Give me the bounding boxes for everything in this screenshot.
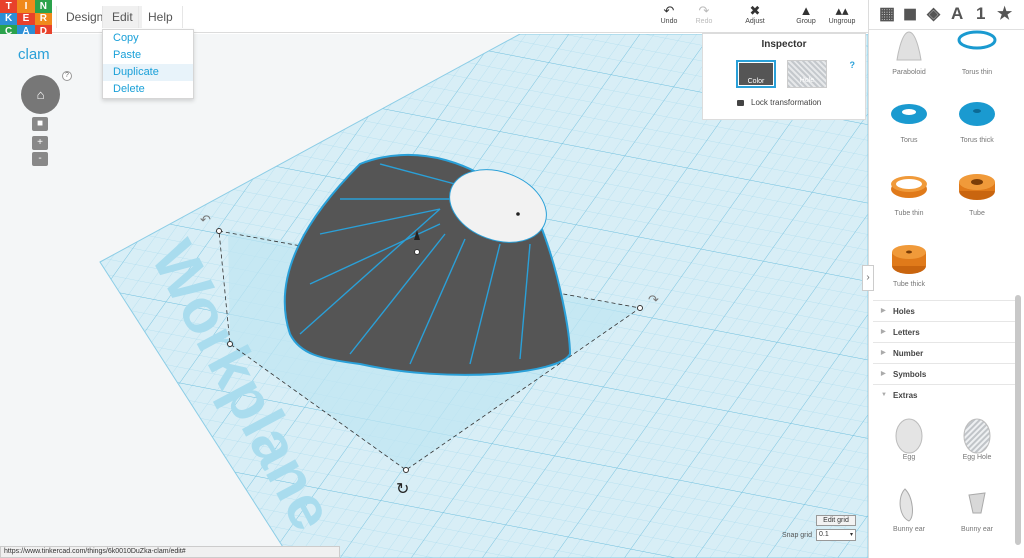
star-view-icon[interactable]: ★: [997, 4, 1012, 24]
rotate-handle-icon[interactable]: ↻: [396, 481, 409, 498]
panel-toolbar: ▦ ◼ ◈ A 1 ★: [869, 0, 1024, 30]
edit-dropdown: Copy Paste Duplicate Delete: [102, 29, 194, 99]
category-letters[interactable]: ▶ Letters: [873, 321, 1019, 342]
inspector-panel: Inspector ? Color Hole Lock transformati…: [702, 33, 866, 120]
plus-icon: +: [37, 137, 43, 148]
redo-icon: ↷: [698, 3, 710, 18]
chevron-right-icon: ▶: [881, 308, 886, 314]
chevron-down-icon: ▼: [881, 392, 887, 398]
menu-item-paste[interactable]: Paste: [103, 47, 193, 64]
lock-transformation-toggle[interactable]: Lock transformation: [737, 98, 821, 107]
group-button[interactable]: ▲ Group: [786, 3, 826, 26]
shape-torus-thick[interactable]: Torus thick: [943, 98, 1011, 144]
undo-button[interactable]: ↶ Undo: [649, 3, 689, 26]
view-navigation-wheel[interactable]: ⌂: [21, 75, 60, 114]
chevron-right-icon: ›: [866, 272, 870, 283]
resize-handle[interactable]: [216, 228, 222, 234]
zoom-out-button[interactable]: -: [32, 152, 48, 166]
color-swatch[interactable]: Color: [736, 60, 776, 88]
cube-view-icon[interactable]: ◼: [903, 4, 917, 24]
shape-torus[interactable]: Torus: [875, 98, 943, 144]
logo-letter: T: [0, 0, 18, 13]
logo-letter: K: [0, 12, 18, 26]
group-icon: ▲: [799, 3, 813, 18]
logo-letter: E: [17, 12, 35, 26]
shape-tube-thick[interactable]: Tube thick: [875, 242, 943, 288]
resize-handle[interactable]: [227, 341, 233, 347]
text-view-icon[interactable]: A: [951, 4, 963, 24]
shape-bunny-ear[interactable]: Bunny ear: [875, 487, 943, 533]
resize-handle[interactable]: [403, 467, 409, 473]
undo-icon: ↶: [663, 3, 675, 18]
hole-swatch[interactable]: Hole: [787, 60, 827, 88]
menu-item-copy[interactable]: Copy: [103, 30, 193, 47]
cube-icon: ■: [36, 118, 44, 129]
lock-icon: [737, 100, 744, 106]
category-holes[interactable]: ▶ Holes: [873, 300, 1019, 321]
shape-tube-thin[interactable]: Tube thin: [875, 171, 943, 217]
panel-collapse-button[interactable]: ›: [862, 265, 874, 291]
tinkercad-logo[interactable]: T I N K E R C A D: [0, 0, 52, 38]
shapes-panel: ▦ ◼ ◈ A 1 ★ Paraboloid Torus thin Torus …: [868, 0, 1024, 558]
chevron-right-icon: ▶: [881, 329, 886, 335]
help-button[interactable]: ?: [62, 71, 72, 81]
snap-grid-select[interactable]: 0.1 ▾: [816, 529, 856, 541]
category-symbols[interactable]: ▶ Symbols: [873, 363, 1019, 384]
resize-handle[interactable]: [637, 305, 643, 311]
chevron-right-icon: ▶: [881, 371, 886, 377]
shape-torus-thin[interactable]: Torus thin: [943, 30, 1011, 76]
ungroup-icon: ▴▴: [835, 3, 849, 18]
gem-view-icon[interactable]: ◈: [927, 4, 940, 24]
menu-item-delete[interactable]: Delete: [103, 81, 193, 98]
snap-grid-label: Snap grid: [782, 532, 812, 539]
inspector-help-button[interactable]: ?: [850, 60, 856, 70]
shape-egg-hole[interactable]: Egg Hole: [943, 415, 1011, 461]
logo-letter: I: [17, 0, 35, 13]
chevron-right-icon: ▶: [881, 350, 886, 356]
redo-button[interactable]: ↷ Redo: [684, 3, 724, 26]
logo-letter: N: [34, 0, 52, 13]
edit-grid-button[interactable]: Edit grid: [816, 515, 856, 526]
category-extras[interactable]: ▼ Extras: [873, 384, 1019, 405]
home-icon[interactable]: ⌂: [37, 87, 45, 102]
menu-item-duplicate[interactable]: Duplicate: [103, 64, 193, 81]
chevron-down-icon: ▾: [849, 532, 853, 538]
rotate-handle-icon[interactable]: ↶: [200, 212, 211, 227]
ungroup-button[interactable]: ▴▴ Ungroup: [822, 3, 862, 26]
grid-view-icon[interactable]: ▦: [879, 4, 895, 24]
inspector-title: Inspector: [761, 39, 807, 50]
ortho-view-button[interactable]: ■: [32, 117, 48, 131]
shape-paraboloid[interactable]: Paraboloid: [875, 30, 943, 76]
shape-egg[interactable]: Egg: [875, 415, 943, 461]
category-number[interactable]: ▶ Number: [873, 342, 1019, 363]
shape-tube[interactable]: Tube: [943, 171, 1011, 217]
panel-scrollbar[interactable]: [1015, 295, 1021, 545]
adjust-button[interactable]: ✖ Adjust: [735, 3, 775, 26]
menu-help[interactable]: Help: [138, 6, 183, 28]
zoom-in-button[interactable]: +: [32, 136, 48, 150]
logo-letter: R: [34, 12, 52, 26]
number-view-icon[interactable]: 1: [976, 4, 985, 24]
adjust-icon: ✖: [749, 3, 761, 18]
shape-bunny-ear-2[interactable]: Bunny ear: [943, 487, 1011, 533]
design-name[interactable]: clam: [18, 46, 50, 63]
menu-edit[interactable]: Edit: [102, 6, 142, 28]
status-url: https://www.tinkercad.com/things/6k0010D…: [0, 546, 340, 558]
minus-icon: -: [38, 153, 42, 164]
rotate-handle-icon[interactable]: ↷: [648, 292, 659, 307]
